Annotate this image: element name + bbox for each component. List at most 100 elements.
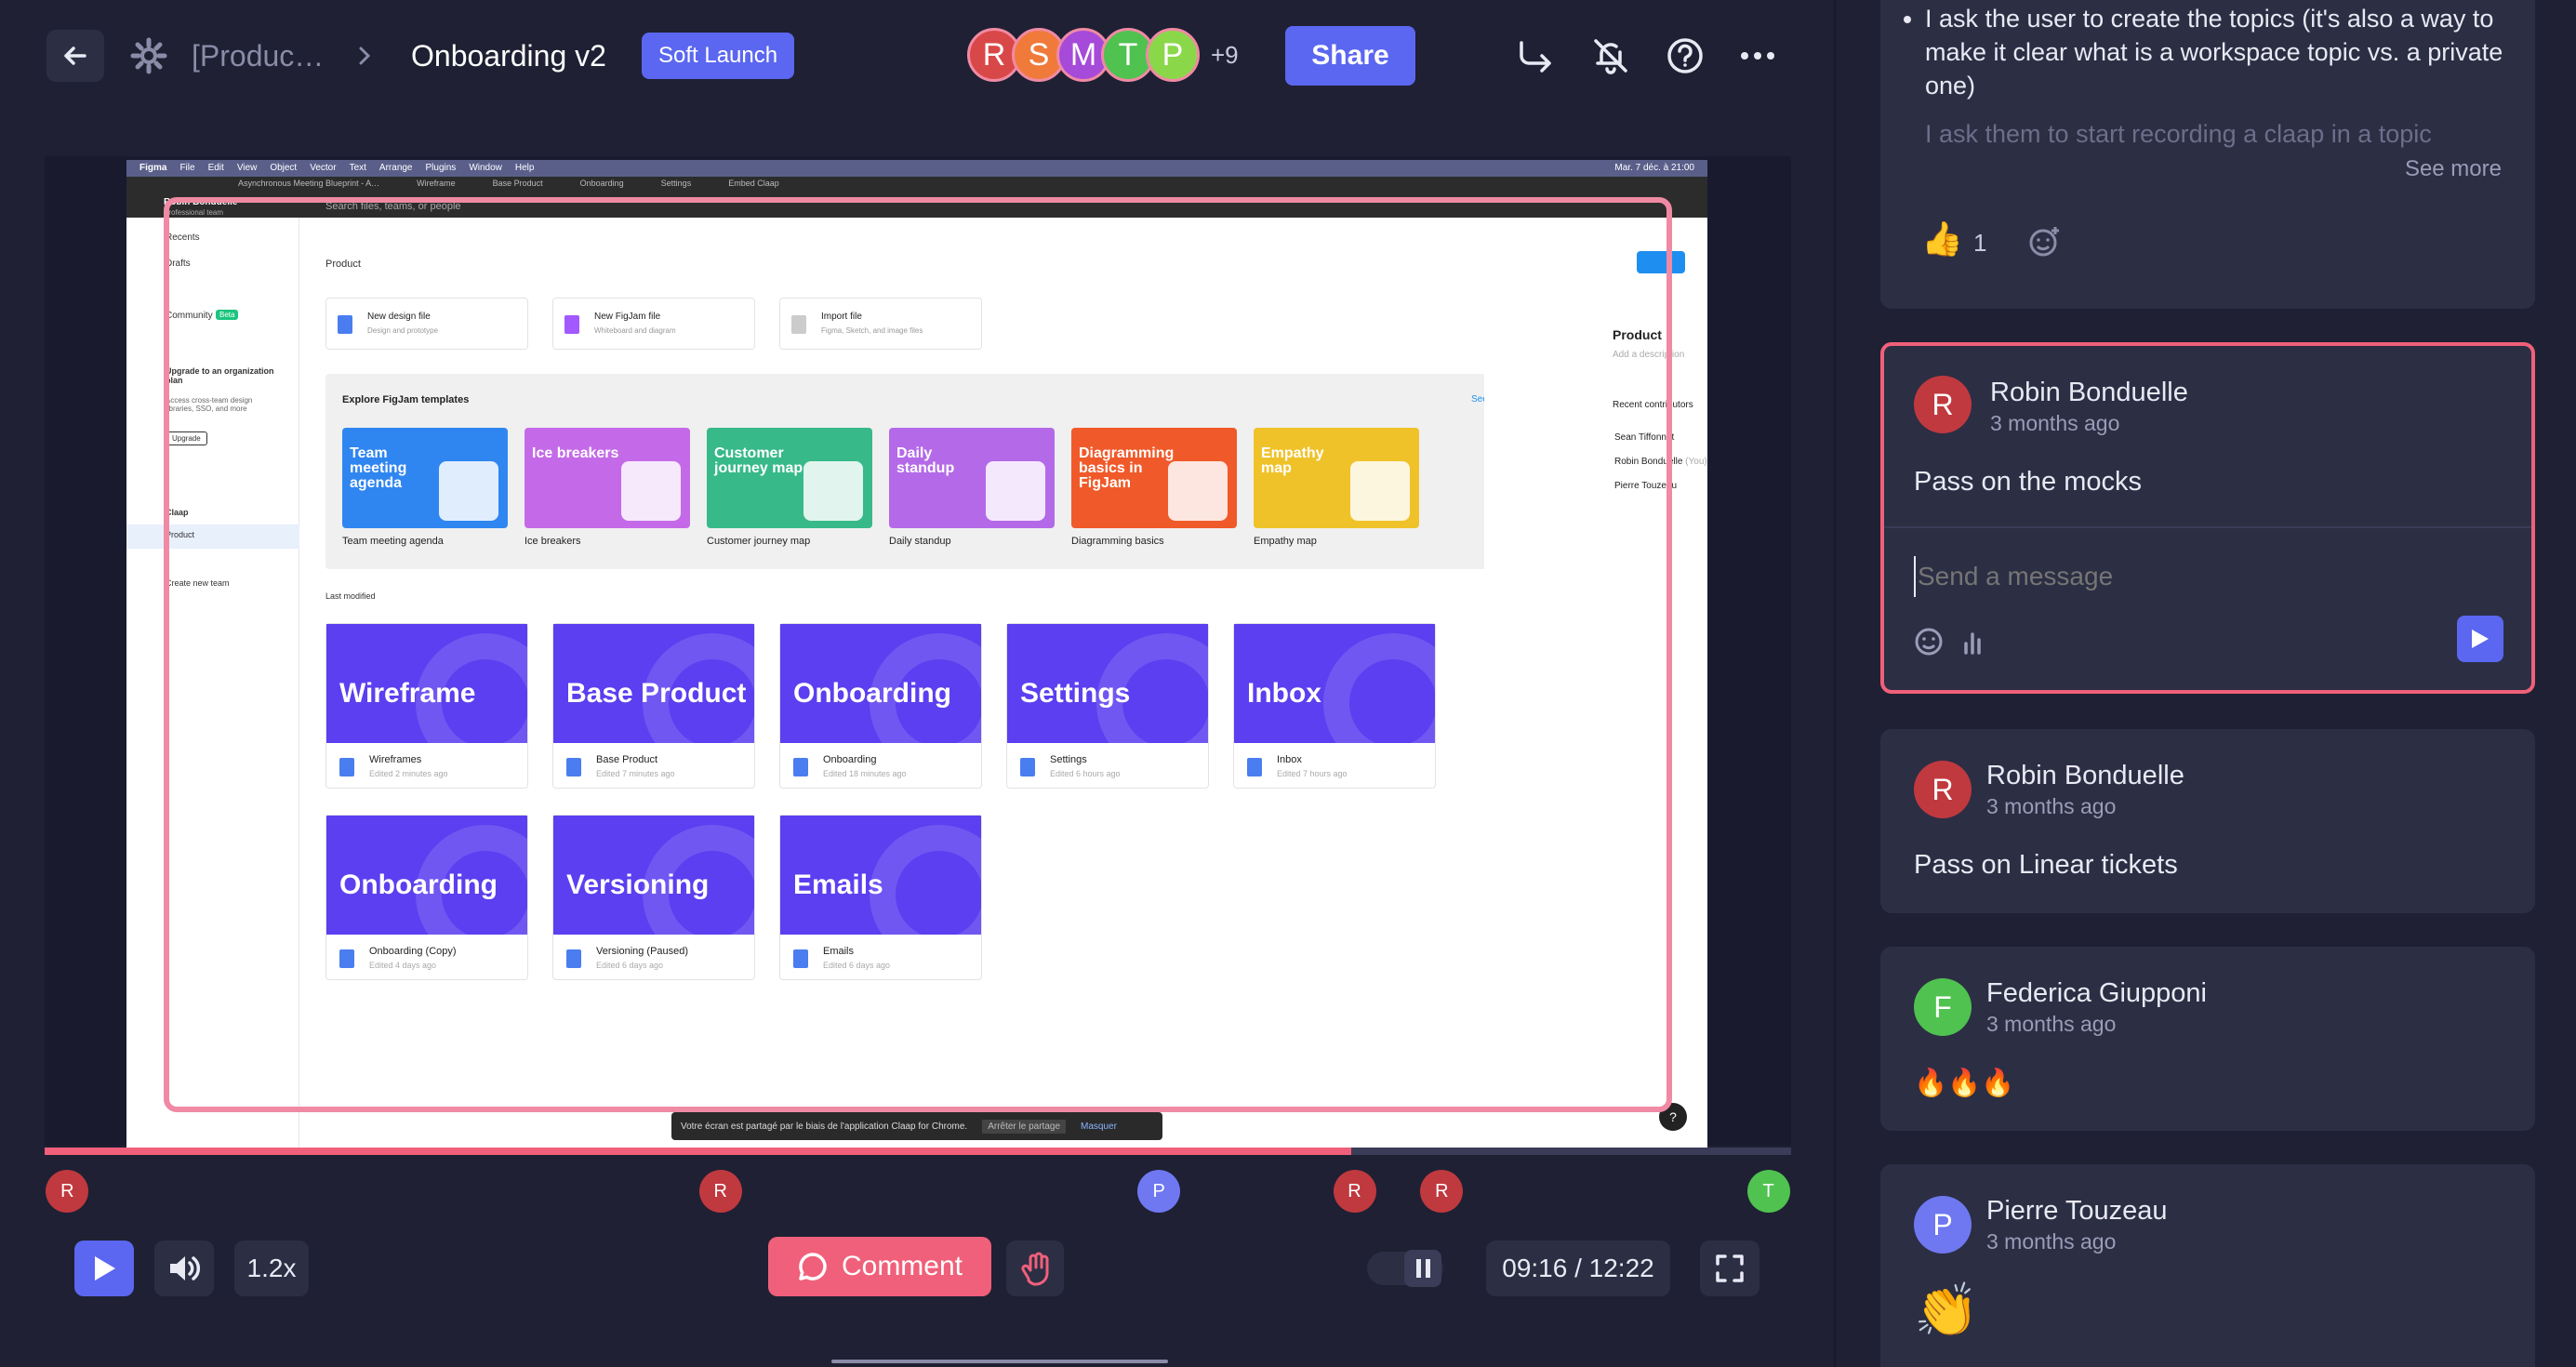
figma-tab: Base Product [492,179,543,188]
figma-tab: Embed Claap [728,179,779,188]
more-icon[interactable] [1737,37,1778,74]
selection-frame [164,197,1672,1112]
comment-author: Federica Giupponi [1986,978,2207,1008]
scroll-indicator [831,1360,1168,1363]
you-label: (You) [1685,457,1707,467]
poll-icon[interactable] [1960,629,1988,657]
comment-button[interactable]: Comment [768,1237,991,1296]
volume-button[interactable] [154,1241,214,1296]
mac-clock: Mar. 7 déc. à 21:00 [1614,163,1694,173]
fullscreen-button[interactable] [1700,1241,1759,1296]
reaction-count: 1 [1973,229,1987,257]
figma-tab: Asynchronous Meeting Blueprint - A… [238,179,380,188]
comment-card[interactable]: F Federica Giupponi 3 months ago 🔥🔥🔥 [1880,947,2535,1131]
mac-menu-item: Text [349,163,366,173]
participant-avatar[interactable]: P [1146,28,1200,82]
comment-time: 3 months ago [1990,411,2120,435]
share-bar-stop[interactable]: Arrêter le partage [982,1119,1067,1134]
timeline-marker[interactable]: R [698,1170,742,1213]
participants-avatars[interactable]: RSMTP [967,26,1209,86]
bell-off-icon[interactable] [1590,35,1631,76]
forward-icon[interactable] [1516,35,1557,76]
page-title[interactable]: Onboarding v2 [411,39,606,73]
progress-fill [45,1148,1351,1155]
gear-icon[interactable] [130,37,167,74]
comment-author: Robin Bonduelle [1990,378,2188,407]
send-button[interactable] [2457,616,2503,662]
play-button[interactable] [74,1241,134,1296]
mac-menu-item: File [179,163,195,173]
comment-icon [799,1253,827,1281]
mac-menu-item: Object [270,163,298,173]
comment-time: 3 months ago [1986,1012,2117,1036]
screen-share-bar: Votre écran est partagé par le biais de … [671,1112,1162,1140]
avatar: F [1914,978,1972,1036]
bullet-item: I ask the user to create the topics (it'… [1925,2,2511,102]
share-button[interactable]: Share [1285,26,1415,86]
timeline-marker[interactable]: R [1420,1170,1464,1213]
timeline-marker[interactable]: R [1333,1170,1376,1213]
active-comment-card[interactable]: R Robin Bonduelle 3 months ago Pass on t… [1880,342,2535,694]
figma-tab: Wireframe [417,179,456,188]
pause-toggle[interactable] [1367,1250,1443,1287]
timeline-marker[interactable]: T [1746,1170,1790,1213]
timeline-marker[interactable]: R [46,1170,89,1213]
figma-tab: Onboarding [579,179,624,188]
figma-tabs: Asynchronous Meeting Blueprint - A… Wiref… [238,179,779,188]
mac-menu-item: View [236,163,258,173]
wave-button[interactable] [1006,1241,1064,1296]
pause-icon [1404,1250,1441,1287]
reply-divider [1884,526,2531,528]
mac-menu-item: Plugins [425,163,457,173]
help-icon[interactable] [1665,35,1706,76]
emoji-icon[interactable] [1914,627,1944,657]
comment-author: Robin Bonduelle [1986,761,2184,790]
comment-text: 🔥🔥🔥 [1914,1068,2015,1098]
avatar: P [1914,1196,1972,1254]
status-tag[interactable]: Soft Launch [642,33,795,79]
breadcrumb-parent[interactable]: [Produc… [192,39,324,73]
app: [Produc… Onboarding v2 Soft Launch RSMTP… [0,0,2576,1367]
participants-extra-count[interactable]: +9 [1211,41,1239,70]
panel-divider [1834,0,1836,1367]
thumbs-up-icon[interactable]: 👍 [1921,219,1963,259]
mac-menu-item: Vector [310,163,337,173]
fullscreen-icon [1716,1254,1744,1282]
mac-menubar: Figma File Edit View Object Vector Text Arrange… [126,160,1707,177]
comment-card[interactable]: P Pierre Touzeau 3 months ago 👏 [1880,1164,2535,1367]
mac-menu-item: Edit [207,163,224,173]
add-reaction-icon[interactable] [2027,225,2061,259]
reply-input[interactable] [1914,556,2435,597]
play-icon [95,1256,115,1281]
volume-icon [170,1256,201,1281]
time-display: 09:16 / 12:22 [1486,1241,1670,1296]
mac-menu-item: Figma [139,163,167,173]
see-more-link[interactable]: See more [2405,156,2502,182]
speed-button[interactable]: 1.2x [234,1241,309,1296]
comment-text: Pass on the mocks [1914,467,2142,497]
mac-menu-item: Arrange [378,163,413,173]
hand-wave-icon [1021,1252,1049,1286]
comment-text: 👏 [1914,1281,1979,1339]
arrow-left-icon [64,46,86,65]
share-bar-hide[interactable]: Masquer [1081,1121,1117,1132]
figma-tab: Settings [660,179,692,188]
mac-menu-item: Help [514,163,535,173]
mac-menu: Figma File Edit View Object Vector Text Arrange… [139,163,534,173]
avatar: R [1914,761,1972,818]
comment-card-top: I ask the user to create the topics (it'… [1880,0,2535,309]
comment-text: Pass on Linear tickets [1914,850,2178,880]
comment-time: 3 months ago [1986,794,2117,818]
timeline-marker[interactable]: P [1137,1170,1181,1213]
comment-label: Comment [841,1251,963,1281]
back-button[interactable] [46,30,104,82]
send-icon [2472,630,2489,648]
comment-author: Pierre Touzeau [1986,1196,2168,1226]
mac-menu-item: Window [469,163,502,173]
bullet-list: I ask the user to create the topics (it'… [1925,2,2511,149]
chevron-right-icon [359,46,371,65]
comment-time: 3 months ago [1986,1229,2117,1254]
comment-card[interactable]: R Robin Bonduelle 3 months ago Pass on Line… [1880,729,2535,913]
share-bar-text: Votre écran est partagé par le biais de … [681,1121,968,1132]
avatar: R [1914,376,1972,433]
